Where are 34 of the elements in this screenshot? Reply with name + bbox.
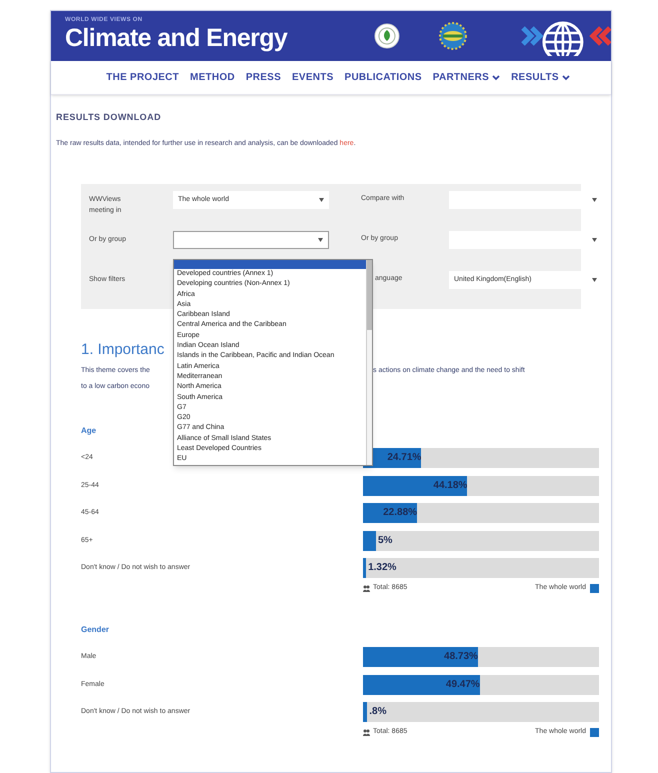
- site-title[interactable]: Climate and Energy: [65, 23, 354, 55]
- dropdown-option[interactable]: [174, 260, 366, 269]
- dropdown-arrow-icon: [592, 198, 597, 202]
- nav-link[interactable]: RESULTS: [511, 70, 570, 85]
- section-title: 1. Importanc: [81, 340, 164, 360]
- nav-link[interactable]: THE PROJECT: [106, 70, 180, 85]
- nav-link[interactable]: METHOD: [190, 70, 235, 85]
- dropdown-arrow-icon: [592, 278, 597, 282]
- bar-value: .8%: [369, 705, 386, 720]
- nav-link[interactable]: PUBLICATIONS: [344, 70, 422, 85]
- bar-value: 49.47%: [446, 678, 480, 692]
- people-icon: [363, 728, 370, 736]
- section-heading: RESULTS DOWNLOAD: [56, 111, 162, 124]
- bar-value: 44.18%: [433, 478, 468, 493]
- bar-value: 24.71%: [387, 451, 422, 466]
- select-field[interactable]: [173, 231, 329, 249]
- bar-value: 1.32%: [368, 561, 396, 576]
- dropdown-arrow-icon: [592, 238, 597, 242]
- group-title: Gender: [81, 624, 110, 636]
- people-icon: [363, 584, 370, 592]
- leaf-emblem-icon: [374, 23, 400, 49]
- chevron-down-icon: [562, 74, 570, 80]
- group-title: Age: [81, 424, 96, 437]
- nav-link[interactable]: EVENTS: [292, 70, 334, 85]
- nav-link[interactable]: PARTNERS: [432, 70, 500, 85]
- bar-value: 48.73%: [444, 650, 478, 664]
- scrollbar[interactable]: [366, 260, 372, 465]
- globe-emblem-icon: [438, 21, 468, 51]
- bar-value: 5%: [378, 534, 392, 548]
- dropdown-arrow-icon: [319, 198, 324, 202]
- bar-value: 22.88%: [383, 506, 418, 520]
- nav-link[interactable]: PRESS: [246, 70, 282, 85]
- dropdown-arrow-icon: [318, 238, 323, 242]
- chevron-down-icon: [492, 74, 500, 80]
